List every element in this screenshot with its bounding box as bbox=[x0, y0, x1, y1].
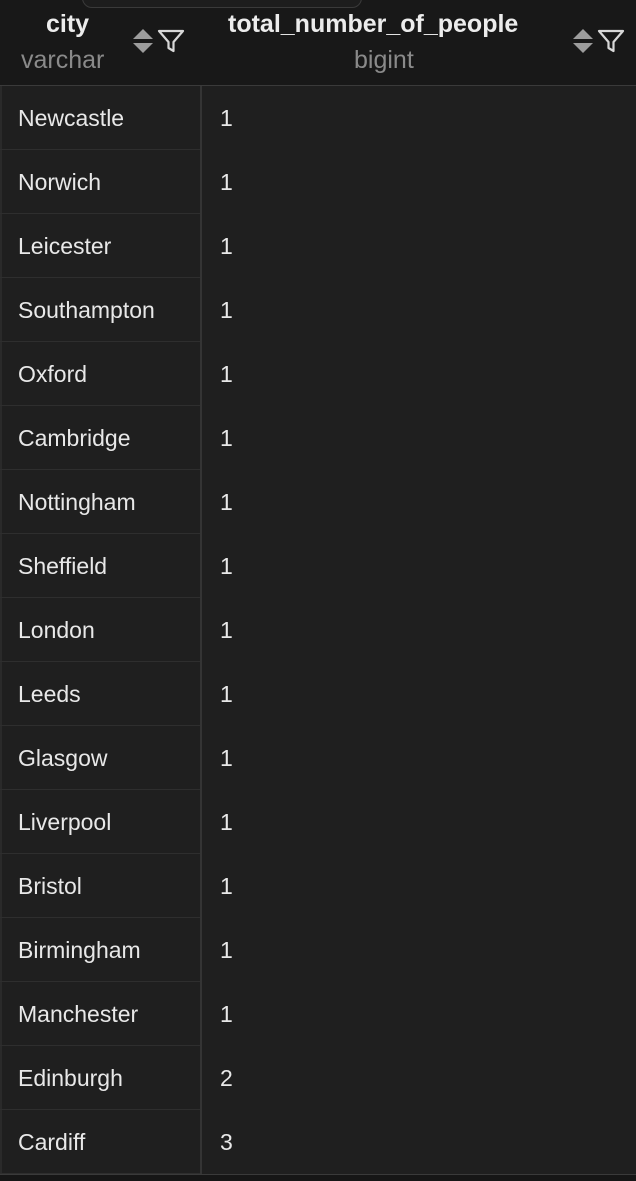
table-row[interactable]: Norwich 1 bbox=[0, 150, 636, 214]
cell-total-number-of-people[interactable]: 2 bbox=[202, 1046, 636, 1110]
filter-funnel-icon[interactable] bbox=[157, 28, 185, 54]
cell-city[interactable]: Bristol bbox=[0, 854, 200, 918]
grid-header: city varchar total_number_of_people bigi… bbox=[0, 0, 636, 86]
cell-total-number-of-people[interactable]: 1 bbox=[202, 662, 636, 726]
cell-city[interactable]: Cardiff bbox=[0, 1110, 200, 1174]
cell-city[interactable]: Newcastle bbox=[0, 86, 200, 150]
table-row[interactable]: London 1 bbox=[0, 598, 636, 662]
cell-city[interactable]: Liverpool bbox=[0, 790, 200, 854]
cell-city[interactable]: Cambridge bbox=[0, 406, 200, 470]
cell-total-number-of-people[interactable]: 1 bbox=[202, 150, 636, 214]
table-row[interactable]: Bristol 1 bbox=[0, 854, 636, 918]
grid-body: Newcastle 1 Norwich 1 Leicester 1 Southampton 1… bbox=[0, 86, 636, 1174]
table-row[interactable]: Oxford 1 bbox=[0, 342, 636, 406]
cell-total-number-of-people[interactable]: 1 bbox=[202, 598, 636, 662]
table-row[interactable]: Liverpool 1 bbox=[0, 790, 636, 854]
filter-funnel-icon[interactable] bbox=[597, 28, 625, 54]
table-row[interactable]: Southampton 1 bbox=[0, 278, 636, 342]
cell-city[interactable]: Manchester bbox=[0, 982, 200, 1046]
cell-city[interactable]: Nottingham bbox=[0, 470, 200, 534]
cell-total-number-of-people[interactable]: 1 bbox=[202, 214, 636, 278]
table-row[interactable]: Glasgow 1 bbox=[0, 726, 636, 790]
cell-total-number-of-people[interactable]: 1 bbox=[202, 534, 636, 598]
cell-city[interactable]: Norwich bbox=[0, 150, 200, 214]
results-grid: city varchar total_number_of_people bigi… bbox=[0, 0, 636, 1181]
cell-total-number-of-people[interactable]: 1 bbox=[202, 86, 636, 150]
cell-total-number-of-people[interactable]: 1 bbox=[202, 726, 636, 790]
column-header-total-number-of-people[interactable]: total_number_of_people bigint bbox=[202, 0, 636, 85]
cell-city[interactable]: Leeds bbox=[0, 662, 200, 726]
cell-total-number-of-people[interactable]: 1 bbox=[202, 854, 636, 918]
table-row[interactable]: Cardiff 3 bbox=[0, 1110, 636, 1174]
cell-total-number-of-people[interactable]: 1 bbox=[202, 470, 636, 534]
table-row[interactable]: Edinburgh 2 bbox=[0, 1046, 636, 1110]
table-row[interactable]: Manchester 1 bbox=[0, 982, 636, 1046]
table-row[interactable]: Leeds 1 bbox=[0, 662, 636, 726]
cell-total-number-of-people[interactable]: 1 bbox=[202, 406, 636, 470]
cell-city[interactable]: Southampton bbox=[0, 278, 200, 342]
cell-total-number-of-people[interactable]: 1 bbox=[202, 790, 636, 854]
cell-city[interactable]: Oxford bbox=[0, 342, 200, 406]
cell-city[interactable]: Leicester bbox=[0, 214, 200, 278]
column-type: bigint bbox=[354, 46, 414, 74]
cell-total-number-of-people[interactable]: 1 bbox=[202, 982, 636, 1046]
table-row[interactable]: Sheffield 1 bbox=[0, 534, 636, 598]
column-name: total_number_of_people bbox=[228, 10, 519, 38]
cell-total-number-of-people[interactable]: 1 bbox=[202, 278, 636, 342]
column-type: varchar bbox=[21, 46, 105, 74]
table-row[interactable]: Nottingham 1 bbox=[0, 470, 636, 534]
sort-updown-icon[interactable] bbox=[572, 28, 594, 54]
cell-city[interactable]: Glasgow bbox=[0, 726, 200, 790]
cell-city[interactable]: Edinburgh bbox=[0, 1046, 200, 1110]
cell-total-number-of-people[interactable]: 1 bbox=[202, 918, 636, 982]
table-row[interactable]: Newcastle 1 bbox=[0, 86, 636, 150]
table-row[interactable]: Cambridge 1 bbox=[0, 406, 636, 470]
column-header-city[interactable]: city varchar bbox=[0, 0, 200, 85]
table-row[interactable]: Birmingham 1 bbox=[0, 918, 636, 982]
cell-total-number-of-people[interactable]: 1 bbox=[202, 342, 636, 406]
table-row[interactable]: Leicester 1 bbox=[0, 214, 636, 278]
column-name: city bbox=[46, 10, 90, 38]
sort-updown-icon[interactable] bbox=[132, 28, 154, 54]
cell-city[interactable]: Sheffield bbox=[0, 534, 200, 598]
cell-total-number-of-people[interactable]: 3 bbox=[202, 1110, 636, 1174]
cell-city[interactable]: Birmingham bbox=[0, 918, 200, 982]
cell-city[interactable]: London bbox=[0, 598, 200, 662]
